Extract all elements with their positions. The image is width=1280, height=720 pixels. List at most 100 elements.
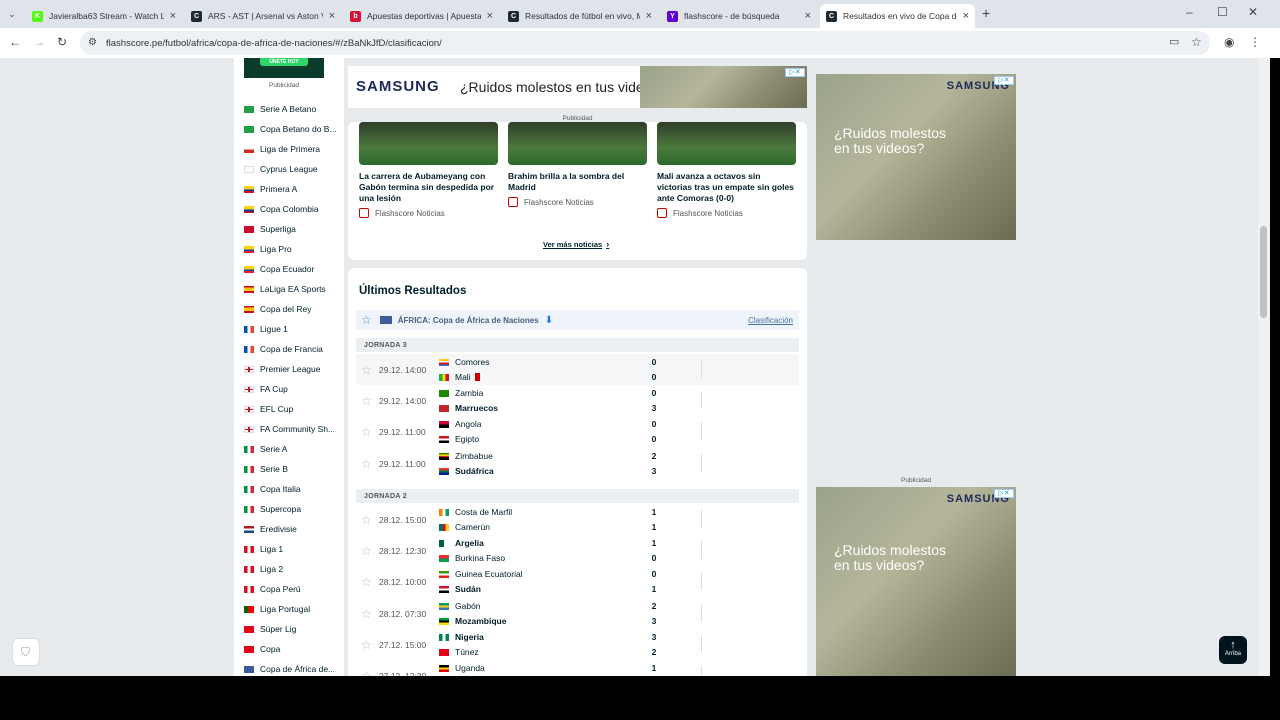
close-tab-icon[interactable]: × [170,10,176,22]
sidebar-league-item[interactable]: Supercopa [244,502,301,516]
sidebar-league-item[interactable]: Primera A [244,182,297,196]
tab-1[interactable]: K Javieralba63 Stream - Watch Li × [26,4,182,28]
close-tab-icon[interactable]: × [646,10,652,22]
sidebar-league-item[interactable]: Liga 1 [244,542,283,556]
competition-name[interactable]: ÁFRICA: Copa de África de Naciones [398,316,539,325]
news-image[interactable] [657,122,796,165]
favorite-star-icon[interactable]: ☆ [361,313,372,327]
right-ad-2[interactable]: SAMSUNG ¿Ruidos molestos en tus videos? … [816,487,1016,676]
reload-icon[interactable]: ↻ [57,36,67,48]
match-row[interactable]: ☆ 29.12. 11:00 Zimbabue 2 Sudáfrica 3 [356,448,799,479]
match-row[interactable]: ☆ 29.12. 14:00 Zambia 0 Marruecos 3 [356,385,799,416]
sidebar-league-item[interactable]: Liga Portugal [244,602,310,616]
site-info-icon[interactable]: ⚙ [88,37,97,49]
close-window-icon[interactable]: ✕ [1248,6,1258,18]
close-tab-icon[interactable]: × [805,10,811,22]
minimize-icon[interactable]: – [1186,6,1193,18]
top-ad[interactable]: SAMSUNG ¿Ruidos molestos en tus videos? … [348,66,807,108]
sidebar-league-item[interactable]: Copa Betano do B... [244,122,337,136]
favorite-star-icon[interactable]: ☆ [361,458,372,470]
sidebar-league-item[interactable]: Liga de Primera [244,142,320,156]
match-row[interactable]: ☆ 28.12. 12:30 Argelia 1 Burkina Faso 0 [356,535,799,566]
tab-5[interactable]: Yflashscore - de búsqueda × [661,4,817,28]
sidebar-league-item[interactable]: Superliga [244,222,296,236]
match-row[interactable]: ☆ 28.12. 07:30 Gabón 2 Mozambique 3 [356,598,799,629]
favorite-star-icon[interactable]: ☆ [361,426,372,438]
close-tab-icon[interactable]: × [487,10,493,22]
standings-link[interactable]: Clasificación [748,316,793,325]
sidebar-ad[interactable]: ÚNETE HOY [244,58,324,78]
sidebar-league-item[interactable]: Copa Ecuador [244,262,314,276]
sidebar-league-item[interactable]: FA Community Sh... [244,422,335,436]
adchoices-icon[interactable]: ▷✕ [785,68,805,77]
tab-search-icon[interactable]: ⌄ [8,8,16,20]
news-title[interactable]: La carrera de Aubameyang con Gabón termi… [359,171,498,204]
menu-icon[interactable]: ⋮ [1249,36,1261,48]
match-row[interactable]: ☆ 29.12. 11:00 Angola 0 Egipto 0 [356,416,799,447]
close-tab-icon[interactable]: × [963,10,969,22]
close-tab-icon[interactable]: × [329,10,335,22]
tab-2[interactable]: C ARS - AST | Arsenal vs Aston Vi × [185,4,341,28]
new-tab-icon[interactable]: + [982,6,990,20]
sidebar-league-item[interactable]: EFL Cup [244,402,293,416]
scrollbar[interactable] [1258,58,1270,676]
cast-icon[interactable]: ▭ [1169,36,1179,48]
sidebar-league-item[interactable]: Serie A Betano [244,102,316,116]
adchoices-icon[interactable]: ▷✕ [994,489,1014,498]
sidebar-league-item[interactable]: LaLiga EA Sports [244,282,326,296]
sidebar-league-item[interactable]: Copa Italia [244,482,301,496]
adchoices-icon[interactable]: ▷✕ [994,76,1014,85]
news-title[interactable]: Mali avanza a octavos sin victorias tras… [657,171,796,204]
favorite-star-icon[interactable]: ☆ [361,364,372,376]
sidebar-league-item[interactable]: Serie B [244,462,288,476]
maximize-icon[interactable]: ☐ [1217,6,1228,18]
sidebar-league-item[interactable]: Copa de África de... [244,662,335,676]
news-title[interactable]: Brahim brilla a la sombra del Madrid [508,171,647,193]
sidebar-league-item[interactable]: Liga Pro [244,242,292,256]
address-bar[interactable]: ⚙ flashscore.pe/futbol/africa/copa-de-af… [80,31,1210,55]
sidebar-ad-button[interactable]: ÚNETE HOY [260,58,308,66]
forward-icon[interactable]: → [33,36,45,48]
favorite-star-icon[interactable]: ☆ [361,514,372,526]
news-item[interactable]: La carrera de Aubameyang con Gabón termi… [359,122,498,218]
favorite-star-icon[interactable]: ☆ [361,395,372,407]
pin-icon[interactable]: ⬇ [545,315,553,326]
scrollbar-thumb[interactable] [1260,226,1267,318]
sidebar-league-item[interactable]: Liga 2 [244,562,283,576]
favorite-star-icon[interactable]: ☆ [361,576,372,588]
profile-icon[interactable]: ◉ [1224,36,1234,48]
sidebar-league-item[interactable]: Premier League [244,362,320,376]
sidebar-league-item[interactable]: Süper Lig [244,622,296,636]
right-ad-1[interactable]: SAMSUNG ¿Ruidos molestos en tus videos? … [816,74,1016,240]
news-item[interactable]: Brahim brilla a la sombra del Madrid Fla… [508,122,647,207]
news-image[interactable] [359,122,498,165]
tab-6[interactable]: C Resultados en vivo de Copa de × [820,4,975,28]
tab-3[interactable]: b Apuestas deportivas | Apuesta × [344,4,499,28]
tab-4[interactable]: C Resultados de fútbol en vivo, M × [502,4,658,28]
sidebar-league-item[interactable]: Eredivisie [244,522,297,536]
shield-badge[interactable]: ⛉ [12,638,40,666]
match-row[interactable]: ☆ 27.12. 15:00 Nigeria 3 Túnez 2 [356,629,799,660]
sidebar-league-item[interactable]: Cyprus League [244,162,318,176]
match-row[interactable]: ☆ 28.12. 10:00 Guinea Ecuatorial 0 Sudán … [356,566,799,597]
sidebar-league-item[interactable]: Ligue 1 [244,322,288,336]
sidebar-league-item[interactable]: Copa de Francia [244,342,323,356]
favorite-star-icon[interactable]: ☆ [361,639,372,651]
match-row[interactable]: ☆ 29.12. 14:00 Comores 0 Mali 0 [356,354,799,385]
favorite-star-icon[interactable]: ☆ [361,608,372,620]
sidebar-league-item[interactable]: Copa [244,642,280,656]
bookmark-star-icon[interactable]: ☆ [1191,36,1202,48]
back-icon[interactable]: ← [9,36,21,48]
back-to-top-button[interactable]: ↑ Arriba [1219,636,1247,664]
sidebar-league-item[interactable]: Copa del Rey [244,302,312,316]
sidebar-league-item[interactable]: Copa Colombia [244,202,319,216]
news-item[interactable]: Mali avanza a octavos sin victorias tras… [657,122,796,218]
sidebar-league-item[interactable]: Serie A [244,442,287,456]
sidebar-league-item[interactable]: Copa Perú [244,582,301,596]
match-row[interactable]: ☆ 27.12. 12:30 Uganda 1 [356,660,799,676]
sidebar-league-item[interactable]: FA Cup [244,382,288,396]
news-image[interactable] [508,122,647,165]
match-row[interactable]: ☆ 28.12. 15:00 Costa de Marfil 1 Camerún … [356,504,799,535]
more-news-link[interactable]: Ver más noticias › [543,239,609,249]
favorite-star-icon[interactable]: ☆ [361,545,372,557]
